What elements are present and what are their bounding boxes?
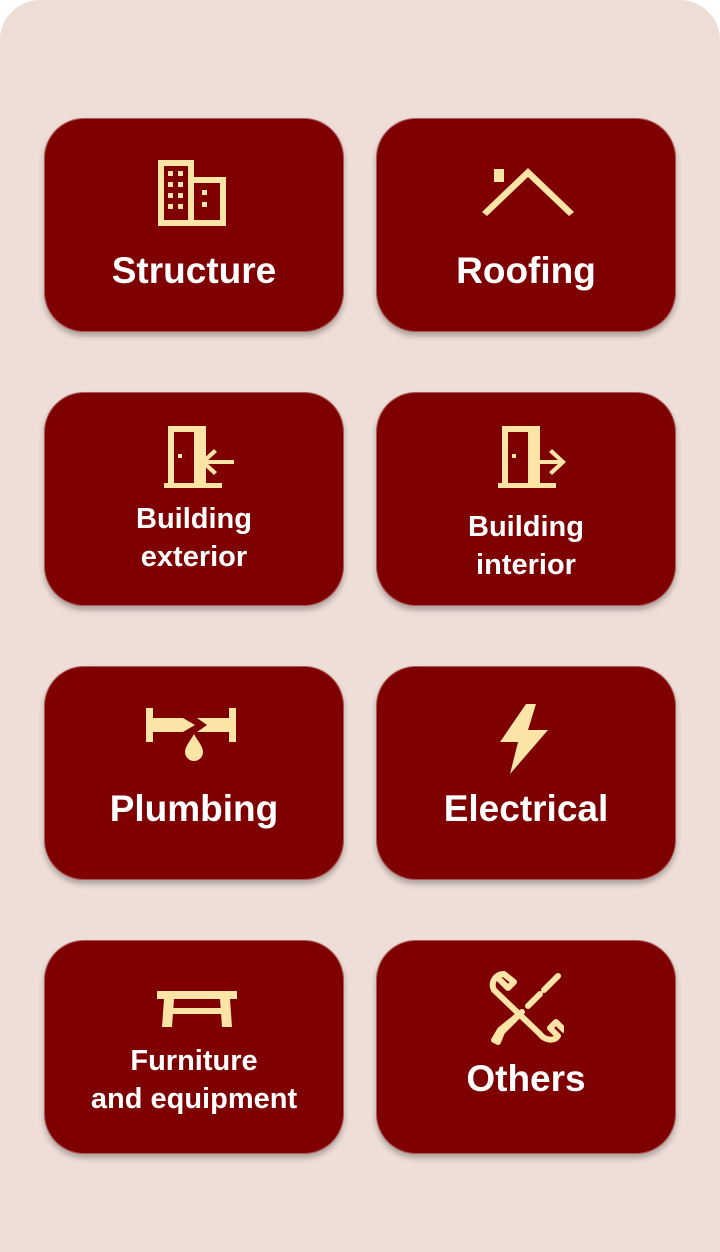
door-exit-icon	[164, 426, 234, 488]
tools-icon	[489, 971, 564, 1045]
pipe-leak-icon	[146, 708, 236, 761]
category-furniture-equipment-button[interactable]: Furniture and equipment	[44, 940, 344, 1154]
building-icon	[158, 160, 226, 226]
door-enter-icon	[498, 426, 566, 488]
category-roofing-button[interactable]: Roofing	[376, 118, 676, 332]
category-building-exterior-button[interactable]: Building exterior	[44, 392, 344, 606]
category-label: Roofing	[456, 250, 596, 291]
category-label: Structure	[111, 250, 277, 291]
table-icon	[157, 991, 237, 1027]
category-building-interior-button[interactable]: Building interior	[376, 392, 676, 606]
category-label: Building exterior	[136, 503, 252, 573]
category-label: Building interior	[468, 511, 584, 581]
category-label: Plumbing	[109, 788, 279, 829]
category-plumbing-button[interactable]: Plumbing	[44, 666, 344, 880]
lightning-icon	[500, 704, 548, 774]
category-label: Electrical	[443, 788, 609, 829]
category-others-button[interactable]: Others	[376, 940, 676, 1154]
category-structure-button[interactable]: Structure	[44, 118, 344, 332]
category-label: Furniture and equipment	[90, 1045, 298, 1115]
category-panel: Structure Roofing Building exterior Buil…	[0, 0, 720, 1252]
category-label: Others	[466, 1058, 586, 1099]
roof-icon	[482, 168, 574, 216]
category-electrical-button[interactable]: Electrical	[376, 666, 676, 880]
